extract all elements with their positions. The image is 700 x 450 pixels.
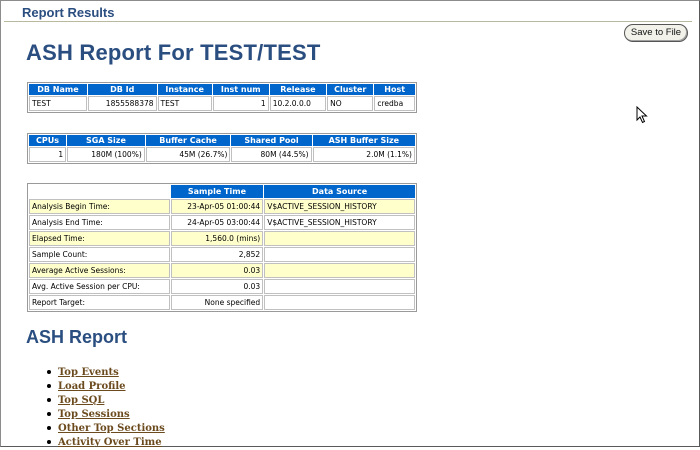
row-data-source — [264, 279, 415, 294]
column-header-cpus: CPUs — [29, 135, 67, 146]
column-header-sample-time: Sample Time — [170, 185, 264, 198]
database-info-table: DB Name DB Id Instance Inst num Release … — [27, 82, 417, 113]
row-sample-time: 1,560.0 (mins) — [170, 231, 264, 246]
row-label: Avg. Active Session per CPU: — [29, 279, 170, 294]
row-data-source — [264, 263, 415, 278]
cell-cluster: NO — [327, 96, 374, 111]
table-row: Elapsed Time: 1,560.0 (mins) — [29, 231, 415, 246]
row-data-source: V$ACTIVE_SESSION_HISTORY — [264, 199, 415, 214]
row-label: Sample Count: — [29, 247, 170, 262]
save-to-file-button[interactable]: Save to File — [624, 24, 688, 42]
table-header-row: CPUs SGA Size Buffer Cache Shared Pool A… — [29, 135, 415, 146]
cell-sga-size: 180M (100%) — [67, 147, 145, 162]
row-sample-time: 24-Apr-05 03:00:44 — [170, 215, 264, 230]
table-header-row: Sample Time Data Source — [29, 185, 415, 198]
cell-cpus: 1 — [29, 147, 67, 162]
cell-db-id: 1855588378 — [87, 96, 157, 111]
list-item: Top SQL — [44, 392, 165, 406]
table-row: Average Active Sessions: 0.03 — [29, 263, 415, 278]
column-header-buffer-cache: Buffer Cache — [145, 135, 231, 146]
mouse-pointer-icon — [636, 106, 648, 124]
table-row: TEST 1855588378 TEST 1 10.2.0.0.0 NO cre… — [29, 96, 415, 111]
link-top-sql[interactable]: Top SQL — [58, 395, 104, 406]
row-label: Average Active Sessions: — [29, 263, 170, 278]
list-item: Top Events — [44, 364, 165, 378]
table-row: Analysis End Time: 24-Apr-05 03:00:44 V$… — [29, 215, 415, 230]
cell-buffer-cache: 45M (26.7%) — [145, 147, 231, 162]
cell-db-name: TEST — [29, 96, 87, 111]
row-label: Analysis End Time: — [29, 215, 170, 230]
row-sample-time: None specified — [170, 295, 264, 310]
column-header-release: Release — [269, 84, 327, 95]
table-of-contents: Top Events Load Profile Top SQL Top Sess… — [44, 364, 165, 448]
cell-inst-num: 1 — [212, 96, 269, 111]
column-header-host: Host — [374, 84, 415, 95]
analysis-period-table: Sample Time Data Source Analysis Begin T… — [27, 183, 417, 312]
link-top-events[interactable]: Top Events — [58, 367, 119, 378]
link-top-sessions[interactable]: Top Sessions — [58, 409, 130, 420]
link-other-top-sections[interactable]: Other Top Sections — [58, 423, 165, 434]
row-label: Report Target: — [29, 295, 170, 310]
row-label: Elapsed Time: — [29, 231, 170, 246]
row-data-source — [264, 231, 415, 246]
column-header-cluster: Cluster — [327, 84, 374, 95]
column-header-db-name: DB Name — [29, 84, 87, 95]
header-title: Report Results — [22, 5, 115, 20]
row-sample-time: 0.03 — [170, 279, 264, 294]
column-header-data-source: Data Source — [264, 185, 415, 198]
table-header-row: DB Name DB Id Instance Inst num Release … — [29, 84, 415, 95]
column-header-blank — [29, 185, 170, 198]
row-data-source: V$ACTIVE_SESSION_HISTORY — [264, 215, 415, 230]
row-sample-time: 23-Apr-05 01:00:44 — [170, 199, 264, 214]
cell-host: credba — [374, 96, 415, 111]
report-title: ASH Report For TEST/TEST — [26, 40, 321, 65]
list-item: Top Sessions — [44, 406, 165, 420]
table-row: 1 180M (100%) 45M (26.7%) 80M (44.5%) 2.… — [29, 147, 415, 162]
cell-release: 10.2.0.0.0 — [269, 96, 327, 111]
list-item: Activity Over Time — [44, 434, 165, 448]
row-sample-time: 2,852 — [170, 247, 264, 262]
row-data-source — [264, 247, 415, 262]
column-header-instance: Instance — [157, 84, 212, 95]
column-header-db-id: DB Id — [87, 84, 157, 95]
column-header-shared-pool: Shared Pool — [231, 135, 312, 146]
link-activity-over-time[interactable]: Activity Over Time — [58, 437, 162, 448]
list-item: Load Profile — [44, 378, 165, 392]
row-sample-time: 0.03 — [170, 263, 264, 278]
list-item: Other Top Sections — [44, 420, 165, 434]
column-header-sga-size: SGA Size — [67, 135, 145, 146]
ash-report-section-title: ASH Report — [26, 327, 128, 347]
row-data-source — [264, 295, 415, 310]
row-label: Analysis Begin Time: — [29, 199, 170, 214]
table-row: Analysis Begin Time: 23-Apr-05 01:00:44 … — [29, 199, 415, 214]
column-header-ash-buffer-size: ASH Buffer Size — [312, 135, 415, 146]
link-load-profile[interactable]: Load Profile — [58, 381, 126, 392]
cell-shared-pool: 80M (44.5%) — [231, 147, 312, 162]
memory-info-table: CPUs SGA Size Buffer Cache Shared Pool A… — [27, 133, 417, 164]
cell-ash-buffer-size: 2.0M (1.1%) — [312, 147, 415, 162]
cell-instance: TEST — [157, 96, 212, 111]
table-row: Sample Count: 2,852 — [29, 247, 415, 262]
table-row: Avg. Active Session per CPU: 0.03 — [29, 279, 415, 294]
table-row: Report Target: None specified — [29, 295, 415, 310]
column-header-inst-num: Inst num — [212, 84, 269, 95]
